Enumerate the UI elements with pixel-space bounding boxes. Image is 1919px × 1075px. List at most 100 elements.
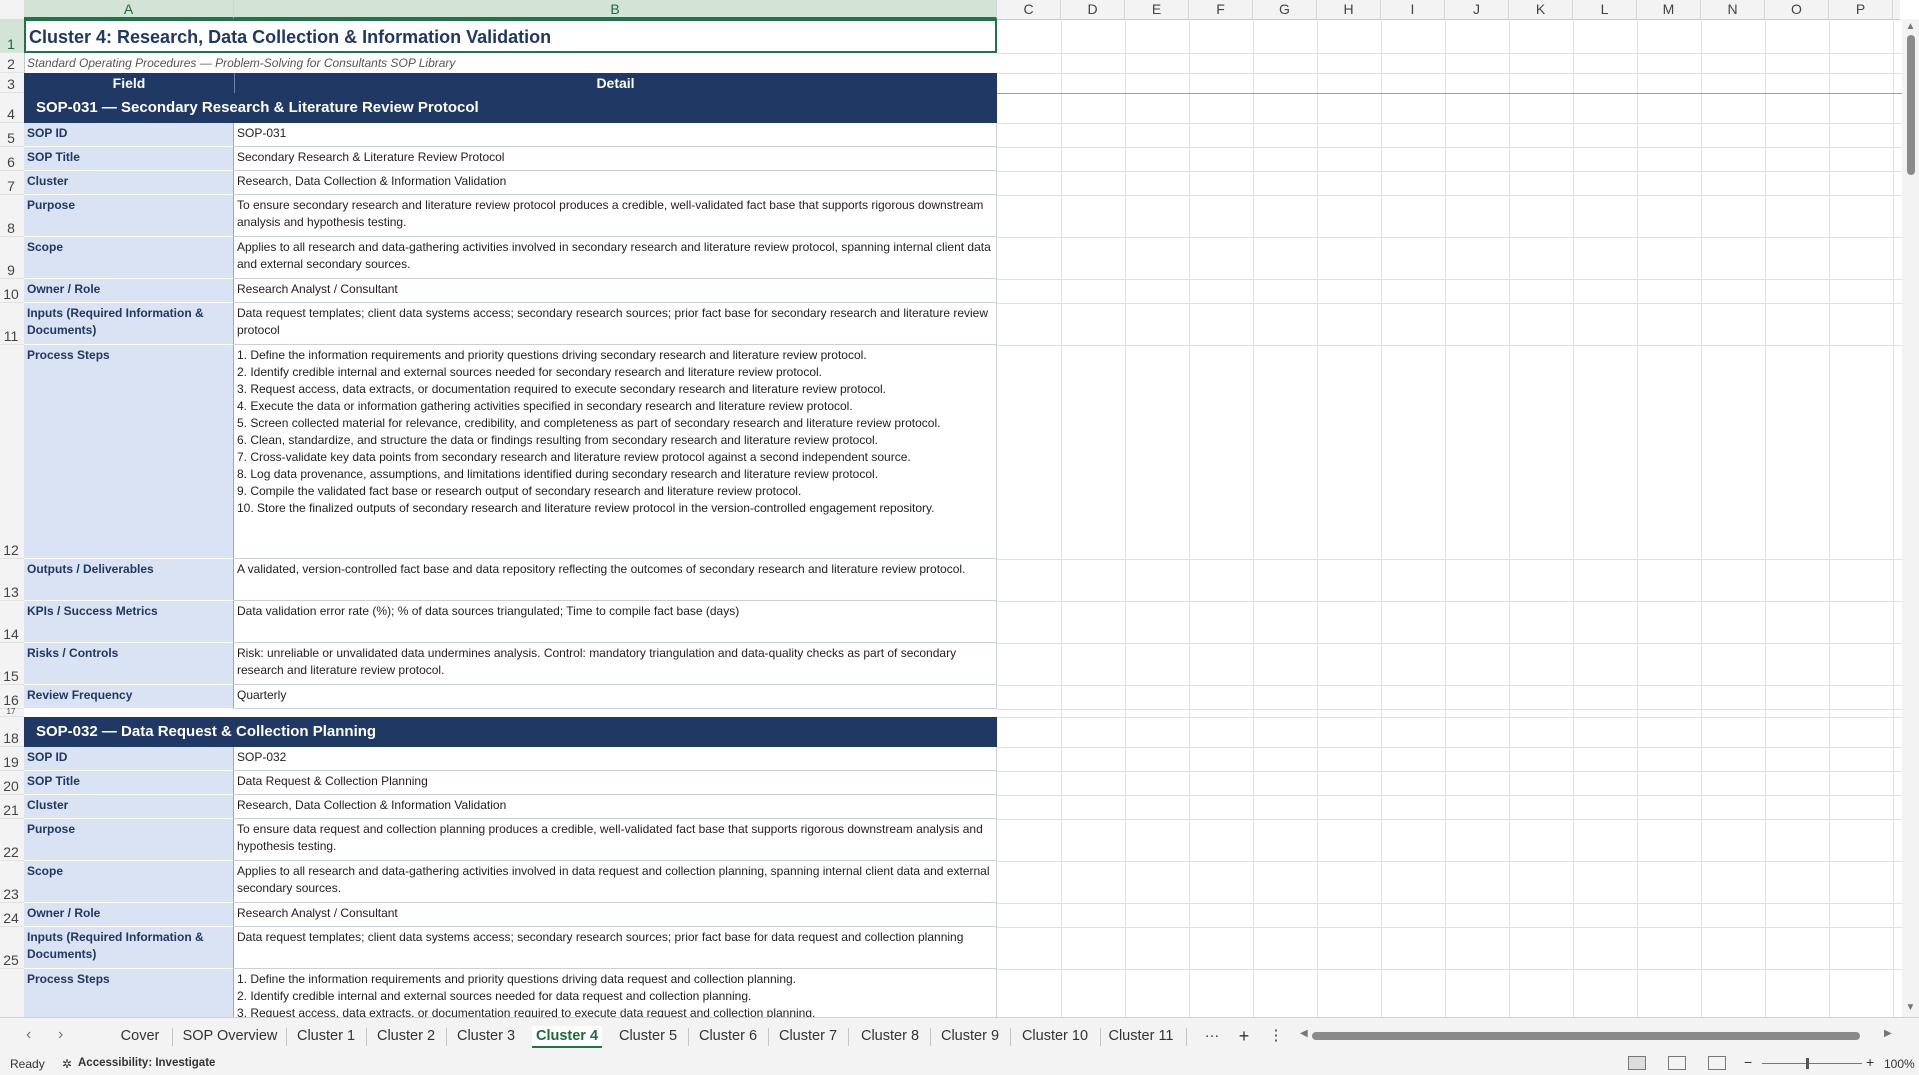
tab-cover[interactable]: Cover xyxy=(112,1026,168,1046)
field-cell[interactable]: Cluster xyxy=(24,795,234,819)
column-header-h[interactable]: H xyxy=(1317,0,1381,19)
row-header[interactable]: 8 xyxy=(0,195,24,237)
row-header[interactable]: 7 xyxy=(0,171,24,195)
column-header-n[interactable]: N xyxy=(1701,0,1765,19)
row-header[interactable]: 6 xyxy=(0,147,24,171)
row-header[interactable]: 1 xyxy=(0,19,24,53)
detail-cell[interactable]: Applies to all research and data-gatheri… xyxy=(234,861,997,903)
scroll-up-icon[interactable]: ▲ xyxy=(1902,21,1919,32)
cell-grid[interactable]: Cluster 4: Research, Data Collection & I… xyxy=(24,19,1902,1017)
sop-band[interactable]: SOP-031 — Secondary Research & Literatur… xyxy=(24,93,997,123)
tab-cluster-4[interactable]: Cluster 4 xyxy=(532,1026,602,1048)
row-header[interactable]: 24 xyxy=(0,903,24,927)
column-header-p[interactable]: P xyxy=(1829,0,1893,19)
scroll-left-icon[interactable]: ◀ xyxy=(1300,1028,1308,1039)
row-header[interactable]: 19 xyxy=(0,747,24,771)
field-cell[interactable]: Owner / Role xyxy=(24,279,234,303)
detail-cell[interactable]: Data validation error rate (%); % of dat… xyxy=(234,601,997,643)
row-header[interactable]: 3 xyxy=(0,73,24,93)
sheet-options-icon[interactable]: ⋮ xyxy=(1264,1026,1288,1046)
scroll-right-icon[interactable]: ▶ xyxy=(1884,1028,1892,1039)
field-cell[interactable]: Process Steps xyxy=(24,969,234,1017)
detail-cell[interactable]: Data Request & Collection Planning xyxy=(234,771,997,795)
detail-cell[interactable]: Research Analyst / Consultant xyxy=(234,279,997,303)
column-header-e[interactable]: E xyxy=(1125,0,1189,19)
tab-sop-overview[interactable]: SOP Overview xyxy=(178,1026,282,1046)
row-header[interactable]: 9 xyxy=(0,237,24,279)
field-cell[interactable]: Purpose xyxy=(24,195,234,237)
detail-cell[interactable]: Secondary Research & Literature Review P… xyxy=(234,147,997,171)
field-cell[interactable]: Review Frequency xyxy=(24,685,234,709)
tab-cluster-5[interactable]: Cluster 5 xyxy=(614,1026,682,1046)
detail-cell[interactable]: Research Analyst / Consultant xyxy=(234,903,997,927)
header-field[interactable]: Field xyxy=(24,73,235,93)
detail-cell[interactable]: Research, Data Collection & Information … xyxy=(234,795,997,819)
sheet-subtitle[interactable]: Standard Operating Procedures — Problem-… xyxy=(24,53,997,73)
column-header-d[interactable]: D xyxy=(1061,0,1125,19)
detail-cell[interactable]: Applies to all research and data-gatheri… xyxy=(234,237,997,279)
column-header-c[interactable]: C xyxy=(997,0,1061,19)
row-header[interactable]: 17 xyxy=(0,708,24,717)
row-header[interactable]: 5 xyxy=(0,123,24,147)
header-detail[interactable]: Detail xyxy=(234,73,997,93)
field-cell[interactable]: Inputs (Required Information & Documents… xyxy=(24,303,234,345)
vertical-scroll-thumb[interactable] xyxy=(1907,35,1915,175)
row-header[interactable]: 4 xyxy=(0,93,24,123)
row-header[interactable]: 10 xyxy=(0,279,24,303)
field-cell[interactable]: Purpose xyxy=(24,819,234,861)
horizontal-scrollbar[interactable]: ◀ ▶ xyxy=(1300,1028,1892,1042)
field-cell[interactable]: Outputs / Deliverables xyxy=(24,559,234,601)
zoom-in-button[interactable]: + xyxy=(1866,1054,1874,1070)
chevron-left-icon[interactable]: ‹ xyxy=(26,1026,31,1044)
row-header[interactable]: 11 xyxy=(0,303,24,345)
row-header[interactable]: 14 xyxy=(0,601,24,643)
column-header-a[interactable]: A xyxy=(24,0,234,19)
detail-cell[interactable]: Research, Data Collection & Information … xyxy=(234,171,997,195)
field-cell[interactable]: Scope xyxy=(24,861,234,903)
row-header[interactable]: 25 xyxy=(0,927,24,969)
detail-cell[interactable]: 1. Define the information requirements a… xyxy=(234,969,997,1017)
column-header-j[interactable]: J xyxy=(1445,0,1509,19)
detail-cell[interactable]: Quarterly xyxy=(234,685,997,709)
detail-cell[interactable]: 1. Define the information requirements a… xyxy=(234,345,997,559)
field-cell[interactable]: SOP ID xyxy=(24,123,234,147)
tab-cluster-1[interactable]: Cluster 1 xyxy=(292,1026,360,1046)
zoom-level[interactable]: 100% xyxy=(1884,1057,1915,1071)
row-header[interactable]: 13 xyxy=(0,559,24,601)
accessibility-status[interactable]: Accessibility: Investigate xyxy=(78,1057,215,1069)
column-header-l[interactable]: L xyxy=(1573,0,1637,19)
row-header[interactable]: 22 xyxy=(0,819,24,861)
zoom-slider[interactable] xyxy=(1762,1063,1862,1064)
detail-cell[interactable]: A validated, version-controlled fact bas… xyxy=(234,559,997,601)
column-header-o[interactable]: O xyxy=(1765,0,1829,19)
field-cell[interactable]: Scope xyxy=(24,237,234,279)
column-header-f[interactable]: F xyxy=(1189,0,1253,19)
field-cell[interactable]: Owner / Role xyxy=(24,903,234,927)
tab-cluster-9[interactable]: Cluster 9 xyxy=(936,1026,1004,1046)
page-layout-view-icon[interactable] xyxy=(1668,1056,1686,1070)
column-header-i[interactable]: I xyxy=(1381,0,1445,19)
field-cell[interactable]: SOP ID xyxy=(24,747,234,771)
column-header-b[interactable]: B xyxy=(234,0,997,19)
zoom-out-button[interactable]: − xyxy=(1744,1054,1752,1070)
column-header-k[interactable]: K xyxy=(1509,0,1573,19)
field-cell[interactable]: Process Steps xyxy=(24,345,234,559)
row-header[interactable]: 15 xyxy=(0,643,24,685)
tab-cluster-8[interactable]: Cluster 8 xyxy=(856,1026,924,1046)
normal-view-icon[interactable] xyxy=(1628,1056,1646,1070)
row-header[interactable]: 21 xyxy=(0,795,24,819)
field-cell[interactable]: Inputs (Required Information & Documents… xyxy=(24,927,234,969)
column-header-g[interactable]: G xyxy=(1253,0,1317,19)
accessibility-icon[interactable]: ✲ xyxy=(62,1057,72,1071)
field-cell[interactable]: KPIs / Success Metrics xyxy=(24,601,234,643)
row-header[interactable]: 16 xyxy=(0,685,24,709)
detail-cell[interactable]: To ensure secondary research and literat… xyxy=(234,195,997,237)
scroll-down-icon[interactable]: ▼ xyxy=(1902,1002,1919,1013)
field-cell[interactable]: Cluster xyxy=(24,171,234,195)
column-header-m[interactable]: M xyxy=(1637,0,1701,19)
sheet-title[interactable]: Cluster 4: Research, Data Collection & I… xyxy=(24,19,997,53)
tab-cluster-3[interactable]: Cluster 3 xyxy=(452,1026,520,1046)
select-all-corner[interactable] xyxy=(0,0,25,19)
detail-cell[interactable]: Data request templates; client data syst… xyxy=(234,927,997,969)
detail-cell[interactable]: Data request templates; client data syst… xyxy=(234,303,997,345)
